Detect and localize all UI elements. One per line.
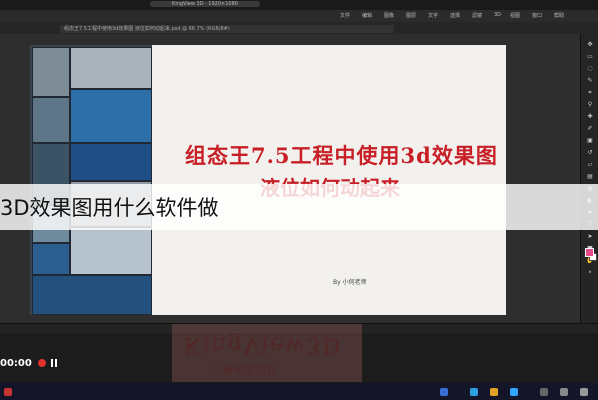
taskbar bbox=[0, 383, 598, 400]
window-title: KingView 3D · 1920×1080 bbox=[150, 1, 260, 7]
tools-panel: ✥ ▭ ◌ ✎ ⌗ ⚲ ✚ ✐ ▣ ↺ ▱ ▤ ◍ ◐ ✒ T ➤ ■ ✋ ⚬ bbox=[580, 34, 598, 324]
window-titlebar bbox=[0, 0, 598, 10]
collage-tile bbox=[32, 97, 70, 143]
document-canvas[interactable]: 组态王7.5工程中使用3d效果图 液位如何动起来 By 小何老师 bbox=[30, 45, 506, 315]
brush-tool-icon[interactable]: ✐ bbox=[586, 126, 594, 132]
menu-type[interactable]: 文字 bbox=[428, 12, 438, 19]
menu-filter[interactable]: 滤镜 bbox=[472, 12, 482, 19]
menu-image[interactable]: 图像 bbox=[384, 12, 394, 19]
stamp-tool-icon[interactable]: ▣ bbox=[586, 138, 594, 144]
eraser-tool-icon[interactable]: ▱ bbox=[586, 162, 594, 168]
collage-tile bbox=[32, 47, 70, 97]
document-tab[interactable]: 组态王7.5工程中使用3d效果图 液位如何动起来.psd @ 66.7% (RG… bbox=[60, 25, 394, 33]
folder-icon[interactable] bbox=[490, 388, 498, 396]
collage-tile bbox=[70, 143, 152, 181]
watermark-text: KingView3D bbox=[184, 332, 342, 357]
caption-banner: 3D效果图用什么软件做 bbox=[0, 184, 598, 230]
collage-tile bbox=[70, 227, 152, 275]
slide-headline: 组态王7.5工程中使用3d效果图 bbox=[185, 143, 498, 168]
network-icon[interactable] bbox=[560, 388, 568, 396]
gradient-tool-icon[interactable]: ▤ bbox=[586, 174, 594, 180]
collage-tile bbox=[32, 275, 152, 315]
collage-tile bbox=[70, 89, 152, 143]
render-collage bbox=[30, 45, 152, 315]
record-icon[interactable] bbox=[38, 359, 46, 367]
path-select-tool-icon[interactable]: ➤ bbox=[586, 234, 594, 240]
collage-tile bbox=[32, 243, 70, 275]
move-tool-icon[interactable]: ✥ bbox=[586, 42, 594, 48]
eyedropper-tool-icon[interactable]: ⚲ bbox=[586, 102, 594, 108]
menu-bar: 文件 编辑 图像 图层 文字 选择 滤镜 3D 视图 窗口 帮助 bbox=[0, 10, 598, 22]
quick-select-tool-icon[interactable]: ✎ bbox=[586, 78, 594, 84]
history-brush-tool-icon[interactable]: ↺ bbox=[586, 150, 594, 156]
app-icon[interactable] bbox=[470, 388, 478, 396]
browser-icon[interactable] bbox=[440, 388, 448, 396]
healing-tool-icon[interactable]: ✚ bbox=[586, 114, 594, 120]
pause-icon[interactable] bbox=[50, 359, 58, 367]
menu-layer[interactable]: 图层 bbox=[406, 12, 416, 19]
crop-tool-icon[interactable]: ⌗ bbox=[586, 90, 594, 96]
marquee-tool-icon[interactable]: ▭ bbox=[586, 54, 594, 60]
menu-help[interactable]: 帮助 bbox=[554, 12, 564, 19]
collage-tile bbox=[70, 47, 152, 89]
volume-icon[interactable] bbox=[580, 388, 588, 396]
lasso-tool-icon[interactable]: ◌ bbox=[586, 66, 594, 72]
recording-timer: 00:00 bbox=[0, 358, 32, 369]
zoom-tool-icon[interactable]: ⚬ bbox=[586, 270, 594, 276]
watermark-subtext: 三维组态设计 bbox=[212, 363, 278, 376]
menu-view[interactable]: 视图 bbox=[510, 12, 520, 19]
menu-3d[interactable]: 3D bbox=[494, 12, 501, 18]
menu-select[interactable]: 选择 bbox=[450, 12, 460, 19]
settings-icon[interactable] bbox=[540, 388, 548, 396]
kingview-watermark: KingView3D 三维组态设计 bbox=[172, 324, 362, 382]
menu-window[interactable]: 窗口 bbox=[532, 12, 542, 19]
caption-text: 3D效果图用什么软件做 bbox=[0, 196, 219, 220]
app-icon[interactable] bbox=[4, 388, 12, 396]
foreground-color-swatch[interactable] bbox=[585, 248, 594, 257]
menu-file[interactable]: 文件 bbox=[340, 12, 350, 19]
photoshop-icon[interactable] bbox=[510, 388, 518, 396]
slide-byline: By 小何老师 bbox=[333, 279, 367, 286]
menu-edit[interactable]: 编辑 bbox=[362, 12, 372, 19]
